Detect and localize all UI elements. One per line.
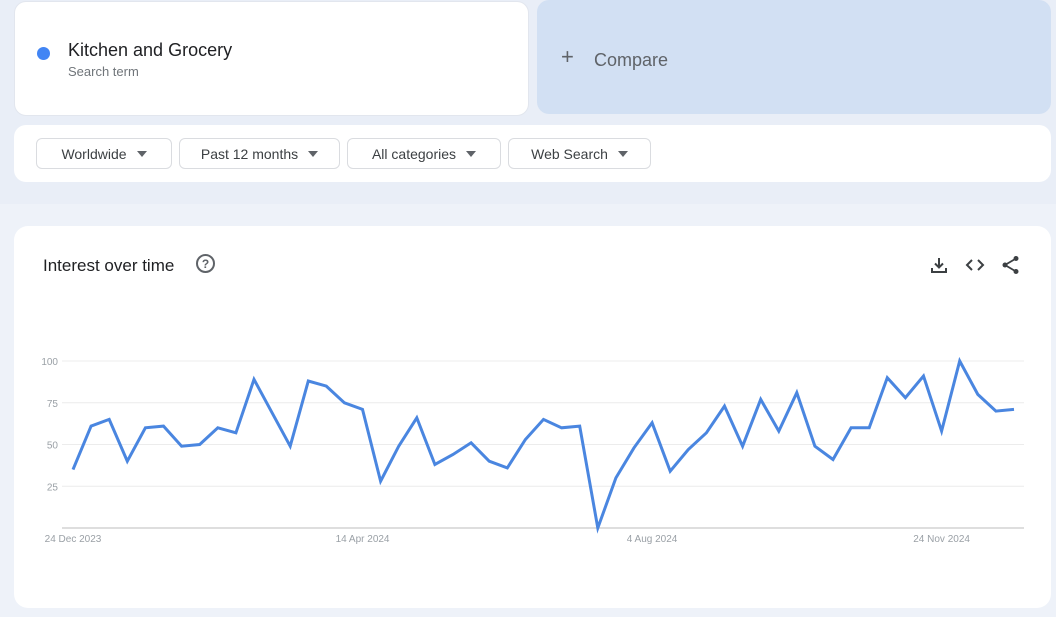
data-point[interactable] xyxy=(322,382,330,390)
data-point[interactable] xyxy=(467,439,475,447)
data-point[interactable] xyxy=(739,442,747,450)
data-point[interactable] xyxy=(992,407,1000,415)
filter-time-dropdown[interactable]: Past 12 months xyxy=(179,138,340,169)
search-term-name[interactable]: Kitchen and Grocery xyxy=(68,40,232,61)
series-color-dot xyxy=(37,47,50,60)
data-point[interactable] xyxy=(793,389,801,397)
data-point[interactable] xyxy=(232,429,240,437)
filter-label: Web Search xyxy=(531,145,608,162)
plus-icon: + xyxy=(561,44,574,69)
x-tick-label: 24 Dec 2023 xyxy=(45,534,102,545)
data-point[interactable] xyxy=(377,477,385,485)
search-term-card[interactable]: Kitchen and Grocery Search term xyxy=(14,1,529,116)
data-point[interactable] xyxy=(1010,405,1018,413)
data-point[interactable] xyxy=(286,442,294,450)
data-point[interactable] xyxy=(178,442,186,450)
filter-region-dropdown[interactable]: Worldwide xyxy=(36,138,172,169)
data-point[interactable] xyxy=(702,429,710,437)
data-point[interactable] xyxy=(594,524,602,532)
data-point[interactable] xyxy=(503,464,511,472)
data-point[interactable] xyxy=(69,466,77,474)
data-point[interactable] xyxy=(141,424,149,432)
y-tick-label: 75 xyxy=(47,399,59,410)
data-point[interactable] xyxy=(666,467,674,475)
data-point[interactable] xyxy=(540,415,548,423)
filter-label: Past 12 months xyxy=(200,145,299,162)
data-point[interactable] xyxy=(811,442,819,450)
data-point[interactable] xyxy=(938,427,946,435)
data-point[interactable] xyxy=(304,377,312,385)
filter-category-dropdown[interactable]: All categories xyxy=(347,138,501,169)
data-point[interactable] xyxy=(829,456,837,464)
y-tick-label: 100 xyxy=(41,357,58,368)
data-point[interactable] xyxy=(431,461,439,469)
caret-down-icon xyxy=(136,150,147,157)
data-point[interactable] xyxy=(883,374,891,382)
data-point[interactable] xyxy=(775,427,783,435)
data-point[interactable] xyxy=(558,424,566,432)
data-point[interactable] xyxy=(720,402,728,410)
data-point[interactable] xyxy=(449,451,457,459)
data-point[interactable] xyxy=(920,372,928,380)
data-point[interactable] xyxy=(214,424,222,432)
data-point[interactable] xyxy=(340,399,348,407)
data-point[interactable] xyxy=(648,419,656,427)
data-point[interactable] xyxy=(196,441,204,449)
y-tick-label: 25 xyxy=(47,482,59,493)
data-point[interactable] xyxy=(123,457,131,465)
x-tick-label: 4 Aug 2024 xyxy=(627,534,678,545)
data-point[interactable] xyxy=(956,357,964,365)
data-point[interactable] xyxy=(250,375,258,383)
filter-label: Worldwide xyxy=(61,145,127,162)
data-point[interactable] xyxy=(847,424,855,432)
data-point[interactable] xyxy=(521,435,529,443)
x-tick-label: 24 Nov 2024 xyxy=(913,534,970,545)
data-point[interactable] xyxy=(359,405,367,413)
data-point[interactable] xyxy=(395,442,403,450)
data-point[interactable] xyxy=(865,424,873,432)
data-point[interactable] xyxy=(413,414,421,422)
data-point[interactable] xyxy=(159,422,167,430)
caret-down-icon xyxy=(617,150,628,157)
data-point[interactable] xyxy=(612,474,620,482)
data-point[interactable] xyxy=(87,422,95,430)
x-tick-label: 14 Apr 2024 xyxy=(336,534,390,545)
filter-search-type-dropdown[interactable]: Web Search xyxy=(508,138,651,169)
y-tick-label: 50 xyxy=(47,441,59,452)
data-point[interactable] xyxy=(485,457,493,465)
filter-bar: Worldwide Past 12 months All categories … xyxy=(14,125,1051,182)
search-term-subtitle: Search term xyxy=(68,64,139,79)
interest-over-time-panel: Interest over time ? 25 50 75 100 24 Dec 202… xyxy=(14,226,1051,608)
data-point[interactable] xyxy=(757,395,765,403)
data-point[interactable] xyxy=(974,390,982,398)
compare-button[interactable]: + Compare xyxy=(537,0,1051,114)
data-point[interactable] xyxy=(105,415,113,423)
data-point[interactable] xyxy=(576,422,584,430)
caret-down-icon xyxy=(466,150,477,157)
compare-label: Compare xyxy=(594,50,669,70)
data-point[interactable] xyxy=(684,446,692,454)
caret-down-icon xyxy=(308,150,319,157)
data-point[interactable] xyxy=(268,409,276,417)
data-point[interactable] xyxy=(901,394,909,402)
filter-label: All categories xyxy=(371,145,457,162)
data-point[interactable] xyxy=(630,444,638,452)
line-chart[interactable]: 25 50 75 100 24 Dec 2023 14 Apr 2024 4 Aug 202… xyxy=(14,226,1051,608)
